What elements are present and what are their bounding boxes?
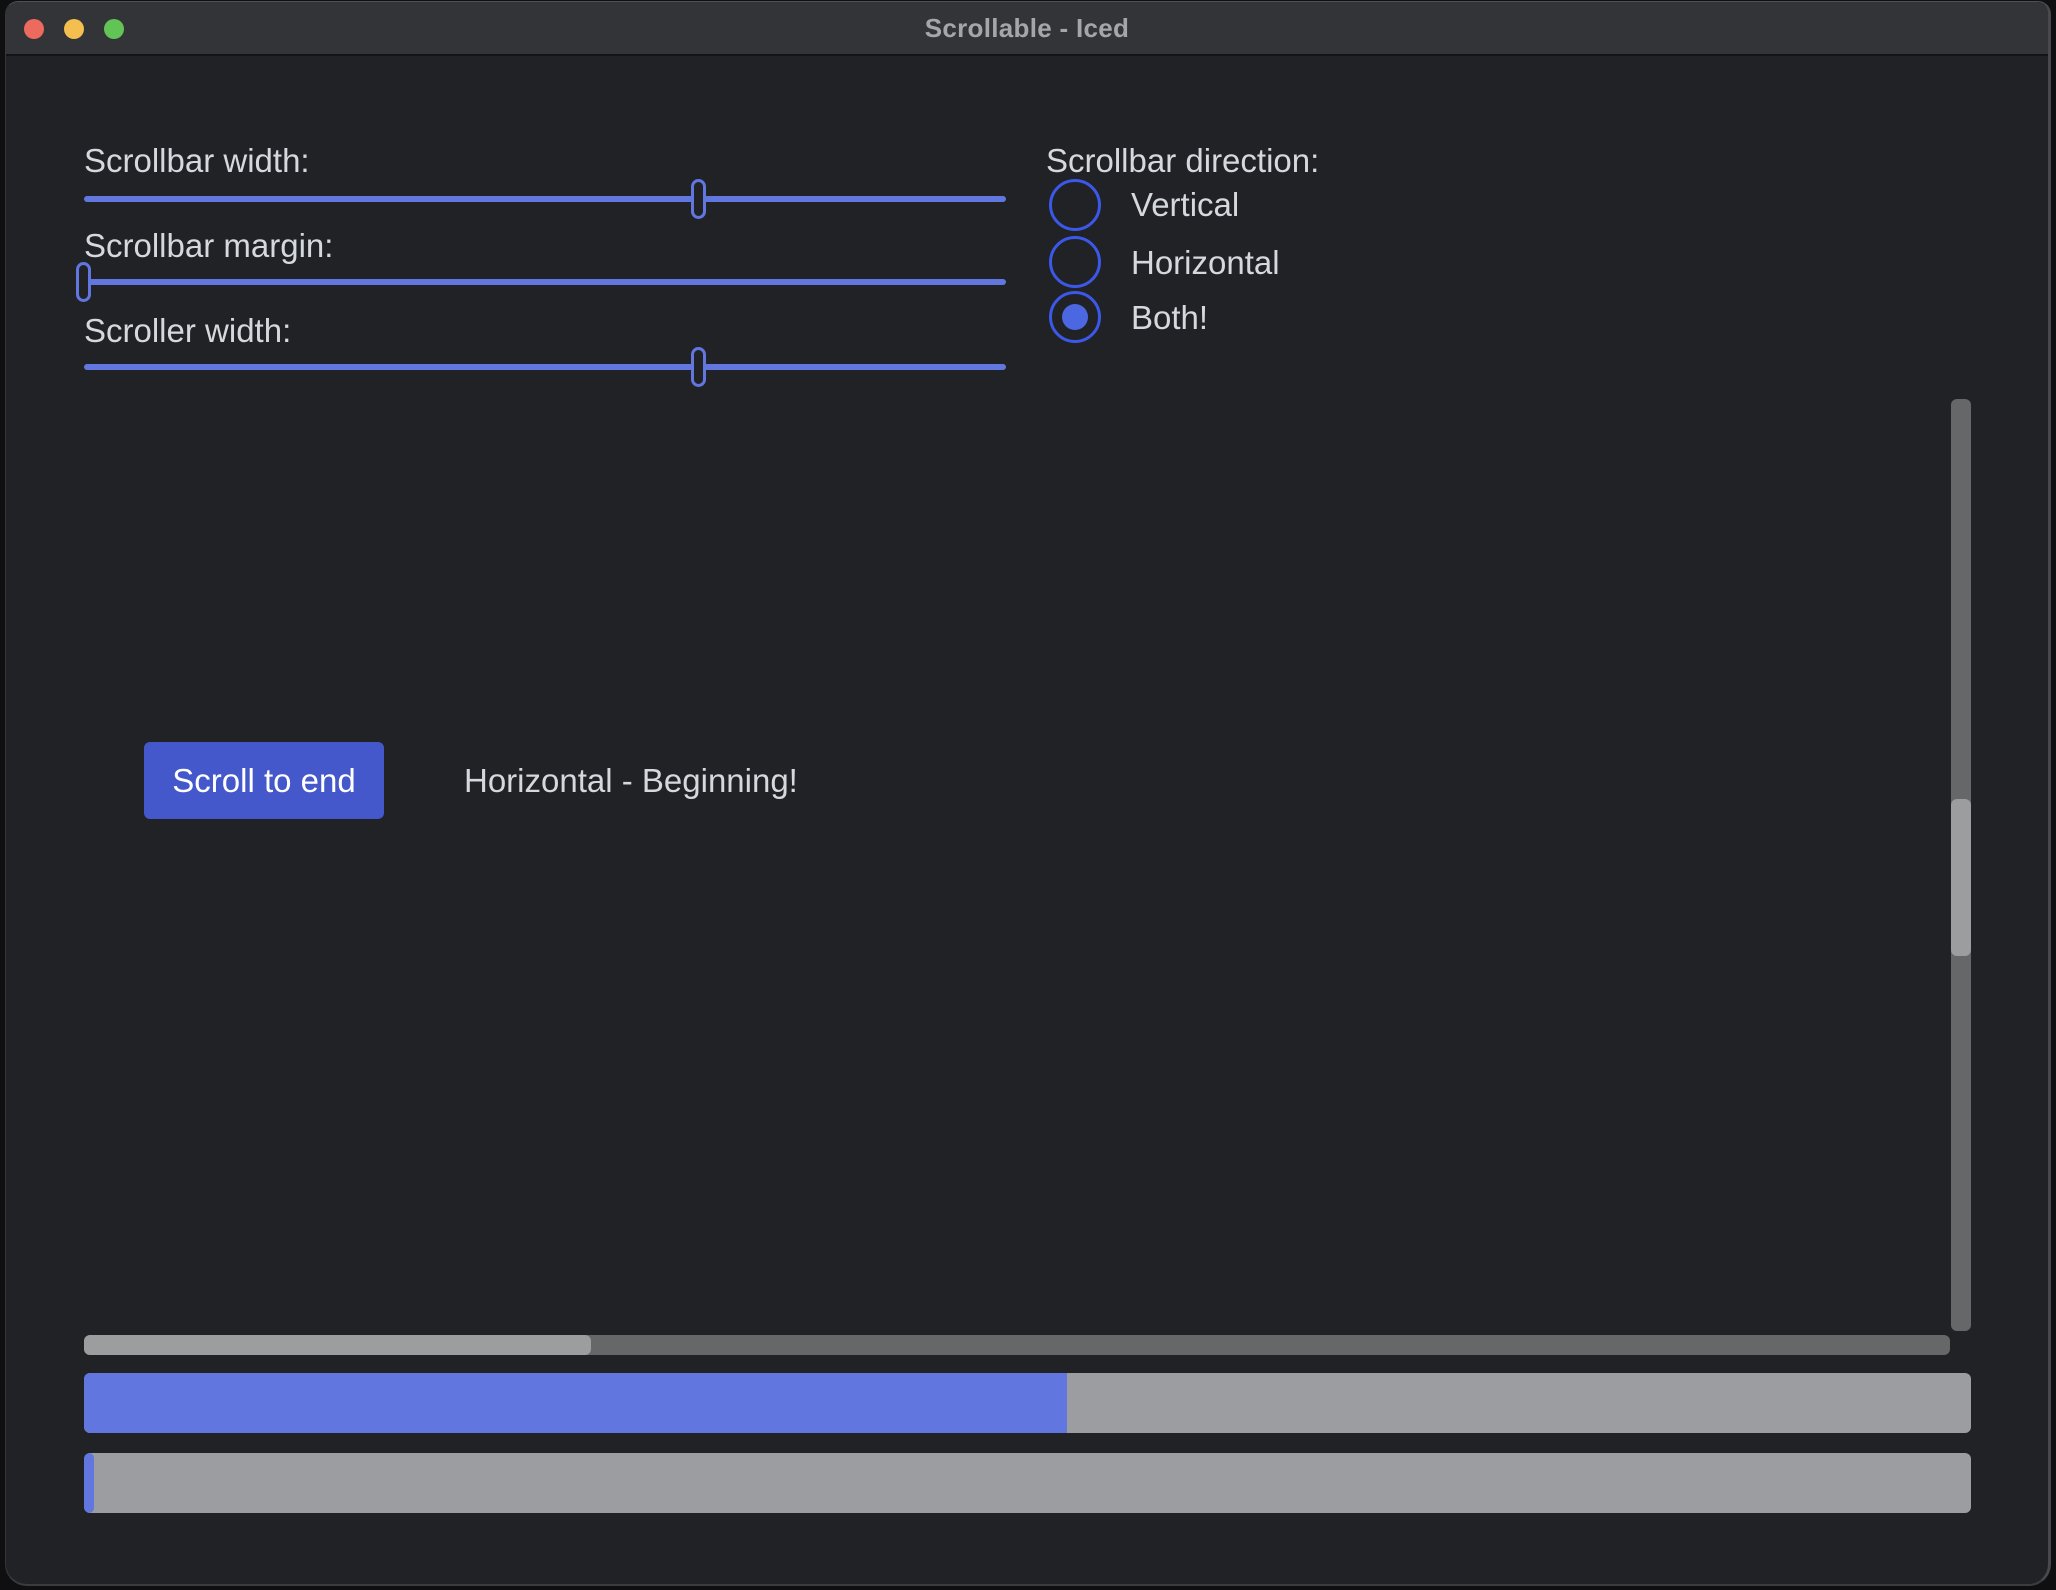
horizontal-progress-bar — [84, 1373, 1971, 1433]
scrollbar-direction-label: Scrollbar direction: — [1046, 142, 1319, 180]
horizontal-scroll-status-text: Horizontal - Beginning! — [464, 762, 798, 800]
scrollbar-margin-slider[interactable] — [84, 279, 1006, 285]
horizontal-scrollbar-track[interactable] — [84, 1335, 1950, 1355]
radio-label-vertical: Vertical — [1131, 186, 1239, 224]
horizontal-scrollbar-thumb[interactable] — [84, 1335, 591, 1355]
radio-icon-horizontal[interactable] — [1049, 236, 1101, 288]
radio-icon-vertical[interactable] — [1049, 179, 1101, 231]
window-title: Scrollable - Iced — [6, 2, 2048, 56]
scrollbar-width-slider[interactable] — [84, 196, 1006, 202]
radio-label-horizontal: Horizontal — [1131, 244, 1280, 282]
scroll-to-end-button[interactable]: Scroll to end — [144, 742, 384, 819]
scroller-width-slider[interactable] — [84, 364, 1006, 370]
scroller-width-label: Scroller width: — [84, 312, 291, 350]
scrollbar-width-label: Scrollbar width: — [84, 142, 310, 180]
scrollbar-margin-slider-handle[interactable] — [76, 262, 91, 302]
horizontal-progress-fill — [84, 1373, 1067, 1433]
titlebar: Scrollable - Iced — [6, 2, 2048, 56]
scrollbar-margin-label: Scrollbar margin: — [84, 227, 333, 265]
radio-icon-both-selected[interactable] — [1049, 291, 1101, 343]
radio-label-both: Both! — [1131, 299, 1208, 337]
vertical-progress-fill — [84, 1453, 94, 1513]
vertical-scrollbar-thumb[interactable] — [1951, 799, 1971, 956]
vertical-scrollbar-track[interactable] — [1951, 399, 1971, 1331]
vertical-progress-bar — [84, 1453, 1971, 1513]
scroller-width-slider-handle[interactable] — [691, 347, 706, 387]
app-window: Scrollable - Iced Scrollbar width: Scrol… — [5, 1, 2051, 1586]
scrollbar-width-slider-handle[interactable] — [691, 179, 706, 219]
radio-selected-dot — [1062, 304, 1088, 330]
